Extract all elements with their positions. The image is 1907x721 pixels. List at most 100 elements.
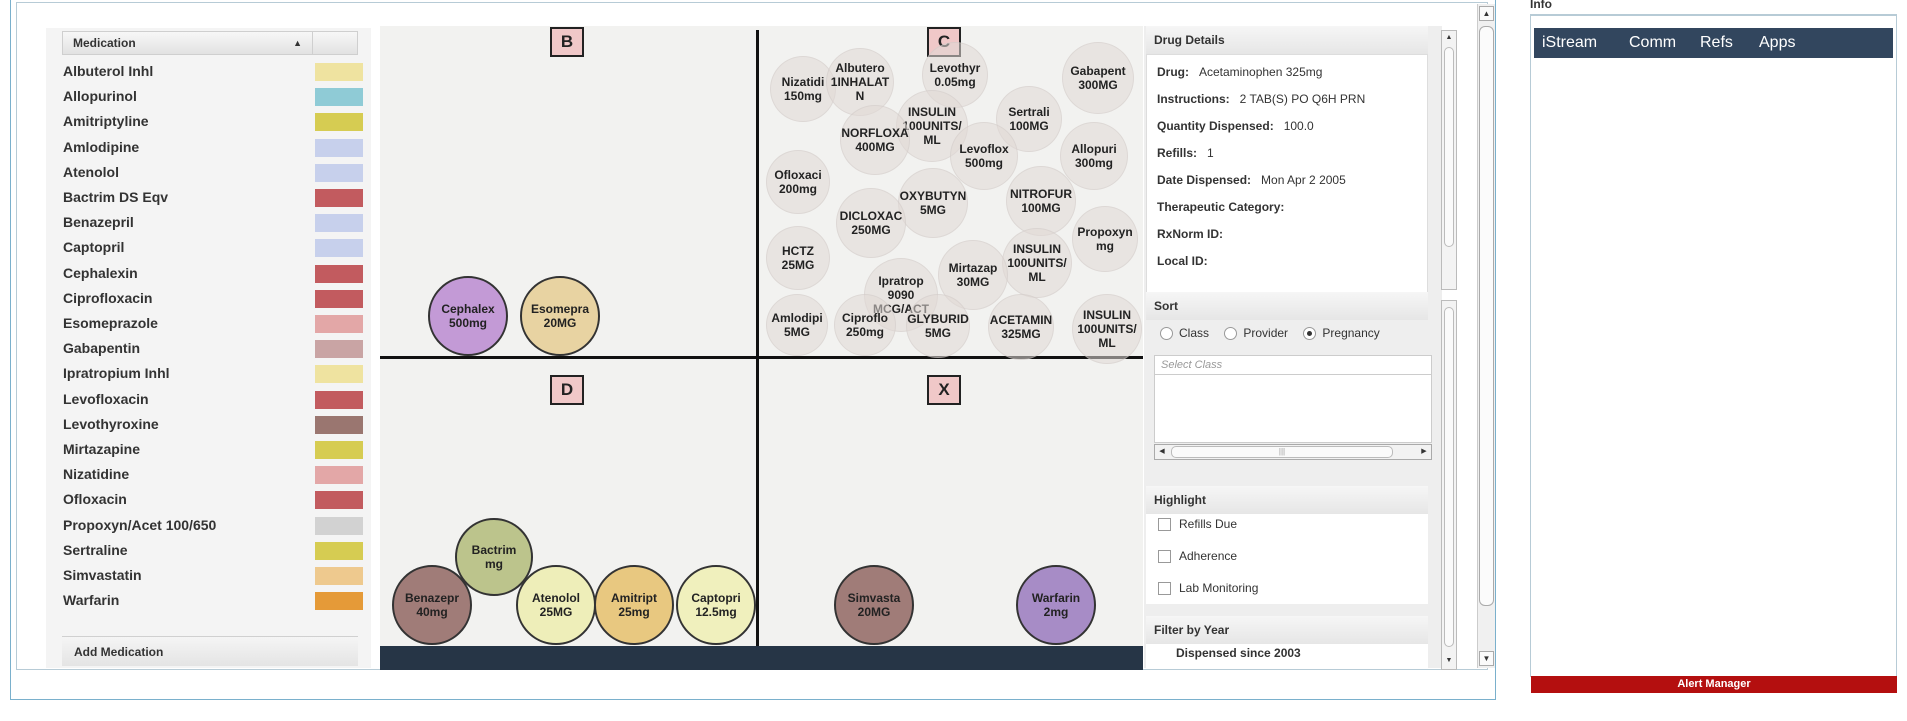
main-scroll-up-icon[interactable]: ▲: [1479, 6, 1494, 21]
background-pill[interactable]: Propoxyn mg: [1072, 206, 1138, 272]
lab-monitoring-checkbox[interactable]: [1158, 582, 1171, 595]
background-pill[interactable]: INSULIN 100UNITS/ML: [1002, 228, 1072, 298]
tab-apps[interactable]: Apps: [1759, 34, 1795, 52]
legend-color-swatch: [315, 466, 363, 485]
legend-item[interactable]: Esomeprazole: [63, 313, 363, 338]
refills-due-option[interactable]: Refills Due: [1158, 517, 1237, 531]
background-pill[interactable]: Gabapent 300MG: [1062, 42, 1134, 114]
scroll-right-icon[interactable]: ▶: [1417, 445, 1431, 459]
medication-column-header[interactable]: Medication ▲: [63, 32, 313, 54]
medication-pill[interactable]: Benazepr 40mg: [392, 565, 472, 645]
refills-label: Refills:: [1157, 146, 1198, 160]
medication-pill[interactable]: Captopri 12.5mg: [676, 565, 756, 645]
background-pill[interactable]: GLYBURID 5MG: [906, 294, 970, 358]
legend-color-swatch: [315, 340, 363, 359]
legend-item[interactable]: Propoxyn/Acet 100/650: [63, 515, 363, 540]
main-scrollbar[interactable]: ▲ ▼: [1477, 4, 1495, 668]
legend-item[interactable]: Gabapentin: [63, 338, 363, 363]
sort-pregnancy-radio[interactable]: [1303, 327, 1317, 340]
scroll-up-icon[interactable]: ▲: [1443, 32, 1455, 44]
legend-color-swatch: [315, 365, 363, 384]
options-scroll-thumb[interactable]: [1444, 307, 1454, 647]
background-pill[interactable]: INSULIN 100UNITS/ML: [1072, 294, 1142, 364]
background-pill[interactable]: Allopuri 300mg: [1060, 122, 1128, 190]
scroll-down-icon[interactable]: ▼: [1443, 655, 1455, 667]
refills-value: 1: [1207, 146, 1214, 160]
adherence-option[interactable]: Adherence: [1158, 549, 1237, 563]
legend-header[interactable]: Medication ▲: [62, 31, 358, 55]
legend-item[interactable]: Ciprofloxacin: [63, 288, 363, 313]
tab-istream[interactable]: iStream: [1542, 34, 1597, 52]
sort-class-radio[interactable]: [1160, 327, 1173, 340]
hscroll-thumb[interactable]: |||: [1171, 446, 1393, 458]
medication-pill[interactable]: Amitript 25mg: [594, 565, 674, 645]
legend-item[interactable]: Ipratropium Inhl: [63, 363, 363, 388]
filter-year-subtitle: Dispensed since 2003: [1176, 646, 1301, 660]
adherence-checkbox[interactable]: [1158, 550, 1171, 563]
legend-item[interactable]: Warfarin: [63, 590, 363, 615]
sort-pregnancy-label: Pregnancy: [1322, 326, 1380, 340]
legend-item-label: Albuterol Inhl: [63, 63, 154, 79]
pill-text-line: Allopuri: [1071, 142, 1117, 156]
lab-monitoring-option[interactable]: Lab Monitoring: [1158, 581, 1258, 595]
select-class-field[interactable]: Select Class: [1154, 355, 1432, 375]
medication-pill[interactable]: Simvasta 20MG: [834, 565, 914, 645]
legend-item-label: Propoxyn/Acet 100/650: [63, 516, 217, 533]
legend-item[interactable]: Simvastatin: [63, 565, 363, 590]
add-medication-button[interactable]: Add Medication: [62, 636, 358, 666]
legend-item[interactable]: Allopurinol: [63, 86, 363, 111]
legend-item-label: Cephalexin: [63, 264, 138, 281]
background-pill[interactable]: OXYBUTYN 5MG: [898, 168, 968, 238]
legend-item[interactable]: Captopril: [63, 237, 363, 262]
medication-pill[interactable]: Cephalex 500mg: [428, 276, 508, 356]
pill-text-line: INSULIN: [1082, 308, 1131, 322]
tab-comm[interactable]: Comm: [1629, 34, 1676, 52]
drug-label: Drug:: [1157, 65, 1189, 79]
sort-ascending-icon[interactable]: ▲: [293, 32, 302, 54]
details-scroll-thumb[interactable]: [1444, 47, 1454, 247]
tab-refs[interactable]: Refs: [1700, 34, 1733, 52]
background-pill[interactable]: NITROFUR 100MG: [1006, 166, 1076, 236]
background-pill[interactable]: Ofloxaci 200mg: [766, 150, 830, 214]
main-scroll-down-icon[interactable]: ▼: [1479, 651, 1494, 666]
sort-provider-radio[interactable]: [1224, 327, 1238, 340]
rxnorm-row: RxNorm ID:: [1157, 227, 1223, 241]
scroll-left-icon[interactable]: ◀: [1155, 445, 1169, 459]
legend-item[interactable]: Bactrim DS Eqv: [63, 187, 363, 212]
background-pill[interactable]: ACETAMIN 325MG: [988, 294, 1054, 360]
legend-item[interactable]: Amlodipine: [63, 137, 363, 162]
legend-item[interactable]: Mirtazapine: [63, 439, 363, 464]
refills-due-checkbox[interactable]: [1158, 518, 1171, 531]
legend-item[interactable]: Levofloxacin: [63, 389, 363, 414]
legend-item[interactable]: Albuterol Inhl: [63, 61, 363, 86]
legend-item-label: Ofloxacin: [63, 491, 127, 508]
background-pill[interactable]: DICLOXAC 250MG: [836, 188, 906, 258]
background-pill[interactable]: HCTZ 25MG: [766, 226, 830, 290]
legend-item[interactable]: Levothyroxine: [63, 414, 363, 439]
details-scrollbar[interactable]: ▲: [1441, 30, 1457, 290]
legend-item[interactable]: Nizatidine: [63, 464, 363, 489]
legend-item[interactable]: Atenolol: [63, 162, 363, 187]
sort-options: Class Provider Pregnancy: [1156, 326, 1380, 340]
legend-item-label: Mirtazapine: [63, 441, 141, 457]
options-scrollbar[interactable]: ▼: [1441, 300, 1457, 670]
drug-row: Drug: Acetaminophen 325mg: [1157, 65, 1322, 79]
legend-color-swatch: [315, 390, 363, 409]
background-pill[interactable]: Ciproflo 250mg: [834, 294, 896, 356]
legend-item[interactable]: Benazepril: [63, 212, 363, 237]
medication-pill[interactable]: Esomepra 20MG: [520, 276, 600, 356]
main-scroll-thumb[interactable]: [1479, 26, 1494, 606]
class-list-hscroll[interactable]: ◀ ||| ▶: [1154, 444, 1432, 460]
medication-pill[interactable]: Atenolol 25MG: [516, 565, 596, 645]
legend-item[interactable]: Sertraline: [63, 540, 363, 565]
legend-item[interactable]: Cephalexin: [63, 263, 363, 288]
alert-manager-button[interactable]: Alert Manager: [1531, 676, 1897, 693]
legend-item[interactable]: Ofloxacin: [63, 489, 363, 514]
pill-text-line: 200mg: [778, 182, 817, 196]
background-pill[interactable]: NORFLOXA 400MG: [840, 105, 910, 175]
medication-pill[interactable]: Warfarin 2mg: [1016, 565, 1096, 645]
background-pill[interactable]: Levoflox 500mg: [950, 122, 1018, 190]
class-list[interactable]: [1154, 375, 1432, 443]
legend-item[interactable]: Amitriptyline: [63, 111, 363, 136]
background-pill[interactable]: Amlodipi 5MG: [766, 294, 828, 356]
